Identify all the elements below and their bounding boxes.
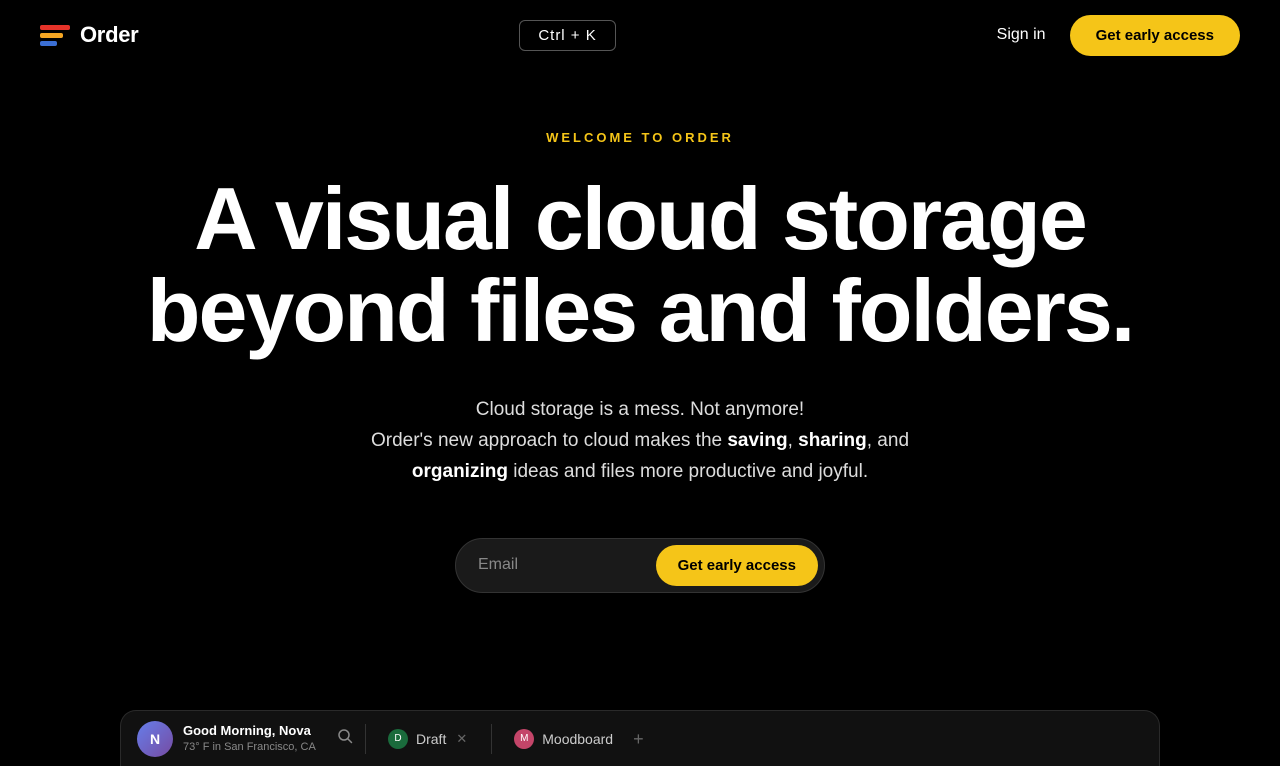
subtext-end1: , and	[867, 430, 909, 451]
tab-moodboard[interactable]: M Moodboard	[500, 723, 627, 755]
tabs-section: D Draft ✕ M Moodboard +	[374, 723, 1143, 755]
subtext-line2-start: Order's new approach to cloud makes the	[371, 430, 727, 451]
nav-center: Ctrl + K	[519, 20, 615, 51]
logo-text: Order	[80, 22, 138, 48]
user-name: Good Morning, Nova	[183, 723, 316, 740]
form-cta-button[interactable]: Get early access	[656, 545, 818, 586]
hero-subtext: Cloud storage is a mess. Not anymore! Or…	[371, 394, 909, 488]
email-input[interactable]	[478, 556, 656, 574]
subtext-bold-sharing: sharing	[798, 430, 867, 451]
nav-right: Sign in Get early access	[997, 15, 1240, 56]
subtext-bold-saving: saving	[727, 430, 787, 451]
subtext-bold-organizing: organizing	[412, 461, 508, 482]
tab-draft-close[interactable]: ✕	[454, 732, 469, 745]
sign-in-button[interactable]: Sign in	[997, 26, 1046, 44]
nav-cta-button[interactable]: Get early access	[1070, 15, 1240, 56]
logo[interactable]: Order	[40, 22, 138, 48]
subtext-comma: ,	[788, 430, 793, 451]
keyboard-shortcut[interactable]: Ctrl + K	[519, 20, 615, 51]
logo-bar-blue	[40, 41, 57, 46]
logo-bar-orange	[40, 33, 63, 38]
tab-moodboard-label: Moodboard	[542, 731, 613, 747]
tab-icon-draft: D	[388, 729, 408, 749]
tab-divider	[491, 724, 492, 754]
user-info: Good Morning, Nova 73° F in San Francisc…	[183, 723, 316, 754]
tab-draft[interactable]: D Draft ✕	[374, 723, 483, 755]
email-form: Get early access	[455, 538, 825, 593]
tab-draft-label: Draft	[416, 731, 446, 747]
divider	[365, 724, 366, 754]
add-tab-button[interactable]: +	[627, 730, 650, 748]
search-button[interactable]	[333, 724, 357, 753]
user-section: N Good Morning, Nova 73° F in San Franci…	[137, 721, 357, 757]
user-location: 73° F in San Francisco, CA	[183, 740, 316, 754]
navbar: Order Ctrl + K Sign in Get early access	[0, 0, 1280, 70]
tab-icon-moodboard: M	[514, 729, 534, 749]
subtext-end2: ideas and files more productive and joyf…	[508, 461, 868, 482]
hero-section: WELCOME TO ORDER A visual cloud storage …	[0, 70, 1280, 633]
subtext-line1: Cloud storage is a mess. Not anymore!	[476, 399, 804, 420]
logo-icon	[40, 25, 70, 46]
logo-bar-red	[40, 25, 70, 30]
hero-heading: A visual cloud storage beyond files and …	[147, 173, 1134, 358]
welcome-label: WELCOME TO ORDER	[546, 130, 734, 145]
avatar: N	[137, 721, 173, 757]
bottom-bar: N Good Morning, Nova 73° F in San Franci…	[120, 710, 1160, 766]
search-icon	[337, 728, 353, 744]
